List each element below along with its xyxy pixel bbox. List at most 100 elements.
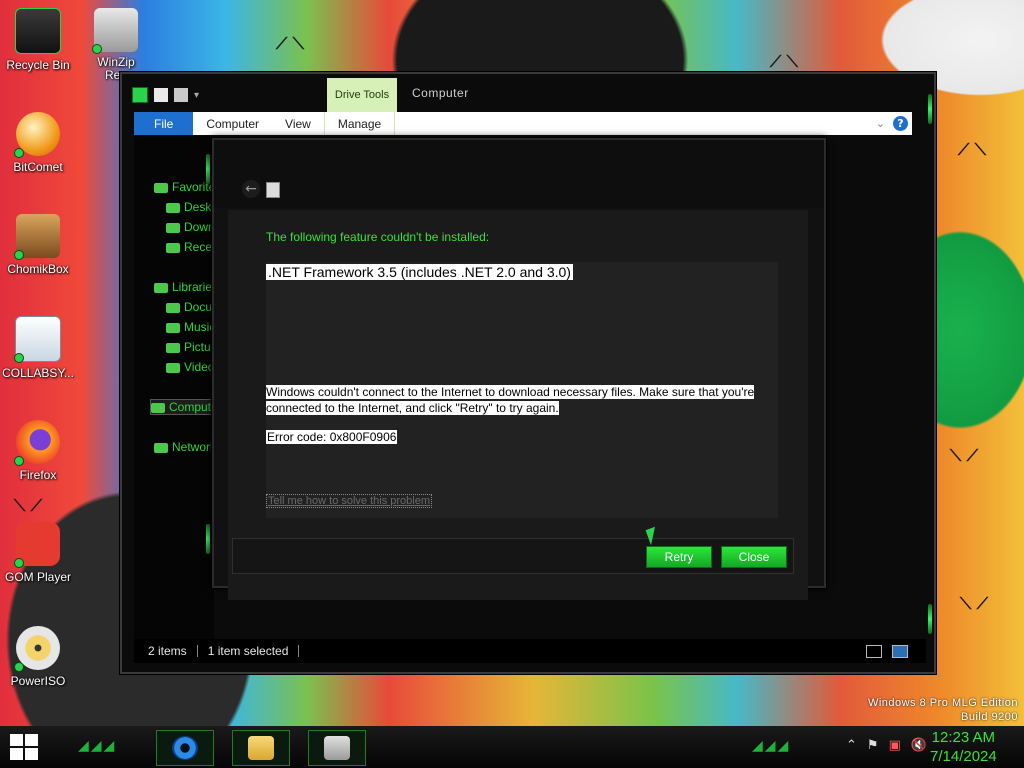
dialog-header: ← bbox=[214, 140, 824, 208]
status-selection: 1 item selected bbox=[207, 644, 289, 658]
wallpaper-decor: ⟋ ⟍ bbox=[958, 140, 986, 159]
nav-desktop[interactable]: Desktop bbox=[166, 200, 214, 214]
pictures-icon bbox=[166, 342, 180, 353]
control-panel-icon bbox=[324, 736, 350, 760]
gom-player-icon bbox=[14, 522, 60, 568]
help-link[interactable]: Tell me how to solve this problem bbox=[266, 494, 433, 508]
wallpaper-decor: ⟋ ⟍ bbox=[276, 34, 304, 53]
file-explorer-icon bbox=[248, 736, 274, 760]
desktop-icon-recycle-bin[interactable]: Recycle Bin bbox=[0, 8, 76, 72]
desktop-icon-winzip[interactable]: WinZip Reg bbox=[78, 8, 154, 82]
clock-time: 12:23 AM bbox=[931, 729, 996, 746]
desktop-icon-gom-player[interactable]: GOM Player bbox=[0, 522, 76, 584]
nav-libraries[interactable]: Libraries bbox=[154, 280, 214, 294]
frame-led bbox=[206, 524, 210, 554]
edition-watermark: Windows 8 Pro MLG Edition Build 9200 bbox=[868, 696, 1018, 724]
clock-date: 7/14/2024 bbox=[930, 748, 997, 765]
wallpaper-decor: ⟍ ⟋ bbox=[960, 594, 988, 613]
chevron-down-icon[interactable]: ▾ bbox=[194, 90, 199, 101]
nav-network[interactable]: Network bbox=[154, 440, 214, 454]
expand-ribbon-icon[interactable]: ⌄ bbox=[876, 117, 885, 130]
view-switcher bbox=[866, 644, 926, 658]
status-separator bbox=[298, 645, 300, 657]
status-item-count: 2 items bbox=[148, 644, 187, 658]
edition-line-1: Windows 8 Pro MLG Edition bbox=[867, 697, 1018, 709]
collabsy-icon bbox=[14, 316, 61, 363]
start-button[interactable] bbox=[10, 734, 40, 762]
new-folder-icon[interactable] bbox=[174, 88, 188, 102]
nav-videos[interactable]: Videos bbox=[166, 360, 214, 374]
properties-icon[interactable] bbox=[154, 88, 168, 102]
desktop-icon-label: PowerISO bbox=[10, 674, 66, 688]
status-separator bbox=[196, 645, 198, 657]
taskbar-decor: ◢◢◢ bbox=[752, 738, 791, 754]
network-error-icon[interactable]: ▣ bbox=[889, 738, 901, 753]
windows-logo-icon bbox=[10, 734, 23, 746]
close-button[interactable]: Close bbox=[721, 546, 787, 568]
wallpaper-decor: ⟍ ⟋ bbox=[14, 496, 42, 515]
desktop-icon-poweriso[interactable]: PowerISO bbox=[0, 626, 76, 688]
error-details: .NET Framework 3.5 (includes .NET 2.0 an… bbox=[266, 262, 778, 518]
taskbar: ◢◢◢ ◢◢◢ ⌃ ⚑ ▣ 🔇 12:23 AM 7/14/2024 bbox=[0, 726, 1024, 768]
windows-logo-icon bbox=[25, 748, 38, 760]
tab-file[interactable]: File bbox=[134, 112, 194, 135]
quick-access-toolbar: ▾ bbox=[132, 82, 199, 108]
nav-favorites[interactable]: Favorites bbox=[154, 180, 214, 194]
windows-logo-icon bbox=[10, 748, 23, 760]
contextual-tab-drive-tools[interactable]: Drive Tools bbox=[327, 78, 397, 114]
nav-pictures[interactable]: Pictures bbox=[166, 340, 214, 354]
window-title: Computer bbox=[412, 86, 469, 100]
nav-label: Desktop bbox=[184, 200, 214, 214]
computer-icon bbox=[151, 402, 165, 413]
chomikbox-icon bbox=[14, 214, 60, 260]
documents-icon bbox=[166, 302, 180, 313]
tab-manage[interactable]: Manage bbox=[323, 112, 396, 135]
bitcomet-icon bbox=[14, 112, 60, 158]
navigation-pane: Favorites Desktop Downloads Recent place… bbox=[134, 136, 222, 646]
internet-explorer-icon bbox=[172, 736, 198, 760]
nav-recent[interactable]: Recent places bbox=[166, 240, 214, 254]
error-code: Error code: 0x800F0906 bbox=[266, 430, 398, 444]
taskbar-control-panel[interactable] bbox=[308, 730, 366, 766]
volume-muted-icon[interactable]: 🔇 bbox=[911, 738, 927, 753]
taskbar-file-explorer[interactable] bbox=[232, 730, 290, 766]
desktop-icon-collabsy[interactable]: COLLABSY... bbox=[0, 316, 76, 380]
desktop-icon-firefox[interactable]: Firefox bbox=[0, 420, 76, 482]
nav-downloads[interactable]: Downloads bbox=[166, 220, 214, 234]
nav-label: Music bbox=[184, 320, 214, 334]
status-bar: 2 items 1 item selected bbox=[134, 639, 926, 663]
ribbon-controls: ⌄ ? bbox=[876, 112, 912, 135]
wallpaper-decor: ⟍ ⟋ bbox=[950, 446, 978, 465]
nav-label: Network bbox=[172, 440, 214, 454]
desktop-icon-bitcomet[interactable]: BitComet bbox=[0, 112, 76, 174]
nav-label: Documents bbox=[184, 300, 214, 314]
videos-icon bbox=[166, 362, 180, 373]
windows-features-dialog: ← The following feature couldn't be inst… bbox=[212, 138, 826, 600]
tab-computer[interactable]: Computer bbox=[193, 112, 272, 135]
frame-led bbox=[928, 94, 932, 124]
large-icons-view-icon[interactable] bbox=[892, 644, 908, 658]
taskbar-decor: ◢◢◢ bbox=[78, 738, 117, 754]
ribbon-tabs: File Computer View Manage ⌄ ? bbox=[134, 112, 912, 135]
poweriso-icon bbox=[14, 626, 60, 672]
error-message: Windows couldn't connect to the Internet… bbox=[266, 384, 760, 416]
taskbar-internet-explorer[interactable] bbox=[156, 730, 214, 766]
back-arrow-icon[interactable]: ← bbox=[242, 180, 260, 198]
desktop-icon-label: Firefox bbox=[19, 468, 57, 482]
retry-button[interactable]: Retry bbox=[646, 546, 712, 568]
chevron-up-icon[interactable]: ⌃ bbox=[846, 738, 857, 753]
help-icon[interactable]: ? bbox=[893, 116, 908, 131]
details-view-icon[interactable] bbox=[866, 644, 882, 658]
desktop-icon-label: COLLABSY... bbox=[2, 366, 74, 380]
error-message-text: Windows couldn't connect to the Internet… bbox=[266, 385, 755, 415]
nav-music[interactable]: Music bbox=[166, 320, 214, 334]
desktop-icon-chomikbox[interactable]: ChomikBox bbox=[0, 214, 76, 276]
taskbar-clock[interactable]: 12:23 AM 7/14/2024 bbox=[930, 728, 997, 766]
recycle-bin-icon bbox=[15, 8, 61, 54]
nav-label: Recent places bbox=[184, 240, 214, 254]
desktop-icon-label: GOM Player bbox=[4, 570, 71, 584]
nav-documents[interactable]: Documents bbox=[166, 300, 214, 314]
star-icon bbox=[154, 182, 168, 193]
tab-view[interactable]: View bbox=[272, 112, 324, 135]
action-center-flag-icon[interactable]: ⚑ bbox=[867, 738, 879, 753]
